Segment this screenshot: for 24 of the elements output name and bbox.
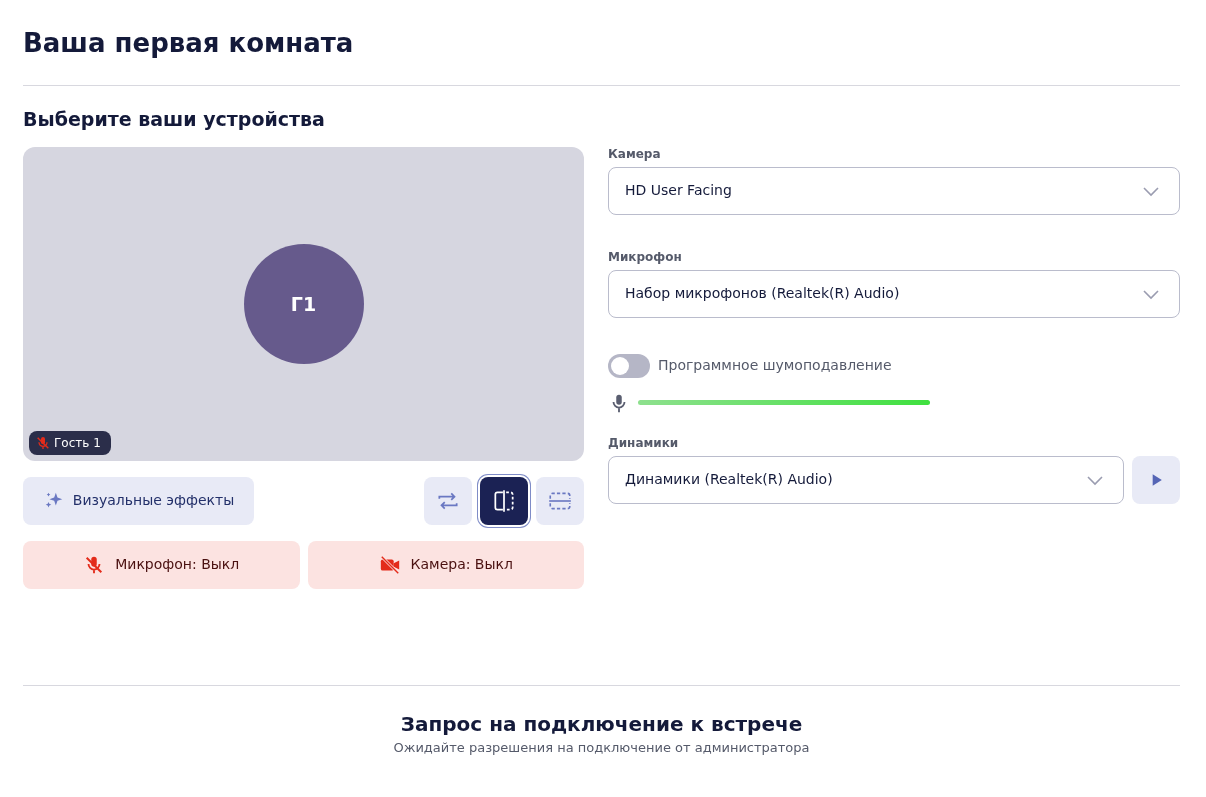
camera-select[interactable]: HD User Facing	[608, 167, 1180, 215]
participant-name: Гость 1	[54, 435, 101, 452]
microphone-select[interactable]: Набор микрофонов (Realtek(R) Audio)	[608, 270, 1180, 318]
camera-toggle-button[interactable]: Камера: Выкл	[307, 541, 584, 589]
avatar: Г1	[243, 244, 364, 364]
mic-toggle-button[interactable]: Микрофон: Выкл	[23, 541, 300, 589]
selected-value: Динамики (Realtek(R) Audio)	[625, 470, 833, 490]
view-mode-button[interactable]	[480, 477, 528, 525]
request-heading: Запрос на подключение к встрече	[399, 712, 804, 736]
page-title: Ваша первая комната	[23, 28, 355, 60]
section-heading: Выберите ваши устройства	[23, 108, 326, 131]
toggle-switch[interactable]	[608, 354, 650, 378]
selected-value: Набор микрофонов (Realtek(R) Audio)	[625, 284, 900, 304]
request-message: Ожидайте разрешения на подключение от администратора	[392, 739, 811, 757]
camera-off-icon	[378, 554, 401, 576]
selected-value: HD User Facing	[625, 181, 732, 201]
visual-effects-button[interactable]: Визуальные эффекты	[23, 477, 254, 525]
speakers-select[interactable]: Динамики (Realtek(R) Audio)	[608, 456, 1124, 504]
mirror-icon	[491, 488, 517, 514]
play-button[interactable]	[1132, 456, 1180, 504]
switch-label: Программное шумоподавление	[658, 356, 892, 376]
field-label: Камера	[608, 146, 662, 163]
field-label: Микрофон	[608, 249, 683, 266]
field-label: Динамики	[608, 435, 680, 452]
